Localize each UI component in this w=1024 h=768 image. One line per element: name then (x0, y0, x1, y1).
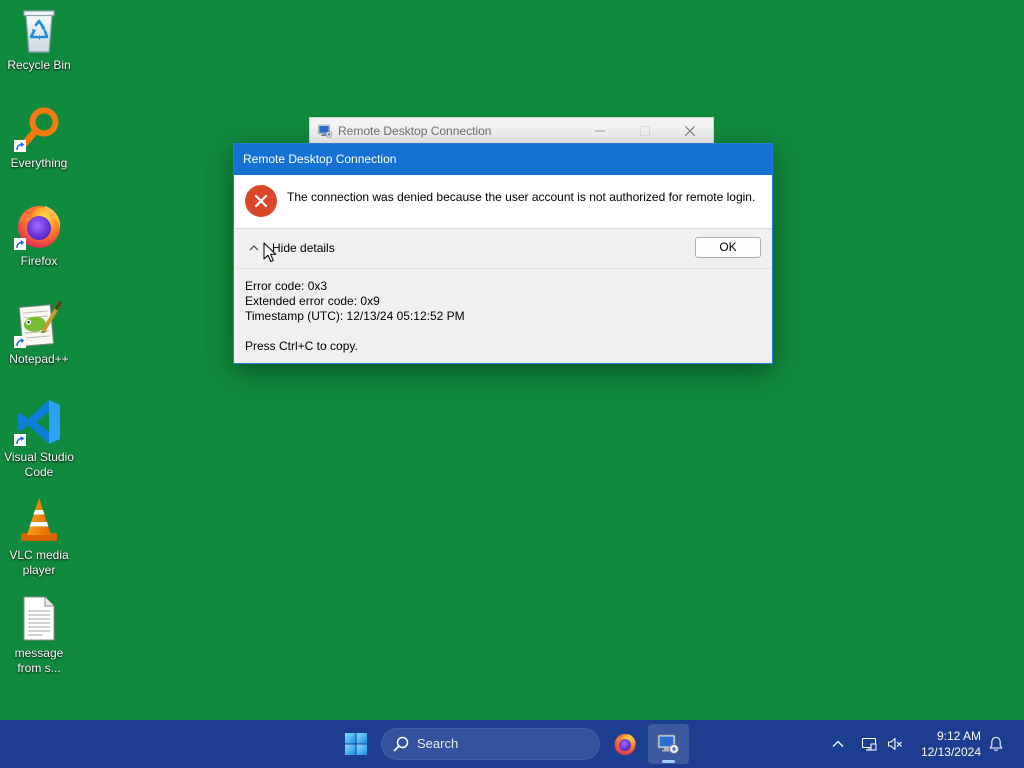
shortcut-arrow-icon (14, 336, 26, 348)
shortcut-arrow-icon (14, 434, 26, 446)
error-dialog: Remote Desktop Connection The connection… (233, 143, 773, 364)
shortcut-arrow-icon (14, 238, 26, 250)
vlc-cone-icon (15, 496, 63, 544)
remote-desktop-icon (657, 734, 679, 754)
label-line: Everything (10, 156, 68, 170)
desktop-icon-everything[interactable]: Everything (0, 104, 78, 194)
dialog-footer: Hide details OK (234, 228, 772, 268)
desktop-icon-label: Visual Studio Code (0, 450, 78, 480)
error-details: Error code: 0x3 Extended error code: 0x9… (234, 268, 772, 363)
label-line: Notepad++ (9, 352, 69, 366)
label-line: player (22, 563, 56, 577)
label-line: Visual Studio (4, 450, 74, 464)
windows-start-icon (345, 733, 367, 755)
label-line: Firefox (20, 254, 58, 268)
label-line: from s... (17, 661, 61, 675)
desktop-icon-vlc[interactable]: VLC media player (0, 496, 78, 586)
firefox-icon (614, 733, 636, 755)
copy-hint: Press Ctrl+C to copy. (245, 339, 358, 353)
minimize-icon (594, 130, 605, 132)
clock-time: 9:12 AM (936, 729, 981, 743)
error-code: Error code: 0x3 (245, 279, 328, 293)
background-window-title: Remote Desktop Connection (338, 124, 492, 138)
hide-details-label[interactable]: Hide details (272, 229, 335, 267)
desktop-icon-label: Firefox (0, 254, 78, 269)
desktop-icon-firefox[interactable]: Firefox (0, 202, 78, 292)
desktop-icon-message-file[interactable]: message from s... (0, 594, 78, 684)
shortcut-arrow-icon (14, 140, 26, 152)
dialog-title: Remote Desktop Connection (243, 152, 397, 166)
close-button[interactable] (667, 118, 712, 144)
dialog-title-bar[interactable]: Remote Desktop Connection (234, 144, 772, 175)
label-line: VLC media (9, 548, 69, 562)
label-line: Recycle Bin (7, 58, 71, 72)
desktop-icon-label: Notepad++ (0, 352, 78, 367)
active-app-indicator (662, 760, 675, 763)
close-icon (684, 126, 695, 136)
chevron-up-icon (249, 245, 259, 251)
minimize-button[interactable] (577, 118, 622, 144)
notification-bell-icon (989, 736, 1003, 751)
network-button[interactable] (861, 736, 877, 752)
label-line: message (14, 646, 64, 660)
windows-start-button[interactable] (344, 732, 368, 756)
maximize-icon (639, 126, 650, 136)
remote-desktop-icon (317, 123, 333, 139)
extended-error-code: Extended error code: 0x9 (245, 294, 380, 308)
desktop-icon-notepad-plus-plus[interactable]: Notepad++ (0, 300, 78, 390)
speaker-muted-icon (887, 737, 902, 751)
search-placeholder: Search (417, 736, 459, 751)
clock-date: 12/13/2024 (920, 745, 981, 759)
timestamp: Timestamp (UTC): 12/13/24 05:12:52 PM (245, 309, 465, 323)
details-spacer (245, 324, 772, 339)
taskbar-search-box[interactable]: Search (381, 728, 600, 760)
ok-button[interactable]: OK (695, 237, 761, 258)
show-hidden-icons-button[interactable] (830, 736, 846, 752)
taskbar-clock[interactable]: 9:12 AM 12/13/2024 (908, 728, 981, 760)
desktop-icon-visual-studio-code[interactable]: Visual Studio Code (0, 398, 78, 488)
recycle-bin-icon (15, 6, 63, 54)
label-line: Code (24, 465, 54, 479)
mouse-cursor (263, 242, 277, 262)
dialog-message-area: The connection was denied because the us… (234, 175, 772, 228)
maximize-button[interactable] (622, 118, 667, 144)
taskbar-firefox-button[interactable] (613, 732, 637, 756)
desktop-icon-label: VLC media player (0, 548, 78, 578)
taskbar: Search 9:12 AM 12/13/2024 (0, 720, 1024, 768)
desktop-icon-label: Everything (0, 156, 78, 171)
desktop-icon-recycle-bin[interactable]: Recycle Bin (0, 6, 78, 96)
desktop-icon-label: Recycle Bin (0, 58, 78, 73)
chevron-up-icon (832, 740, 844, 747)
error-message: The connection was denied because the us… (287, 190, 756, 204)
error-icon (245, 185, 277, 217)
taskbar-remote-desktop-button[interactable] (648, 724, 689, 764)
desktop-icon-label: message from s... (0, 646, 78, 676)
text-document-icon (15, 594, 63, 642)
notifications-button[interactable] (988, 736, 1004, 752)
volume-button[interactable] (887, 736, 903, 752)
network-icon (861, 737, 877, 751)
search-icon (393, 736, 409, 752)
